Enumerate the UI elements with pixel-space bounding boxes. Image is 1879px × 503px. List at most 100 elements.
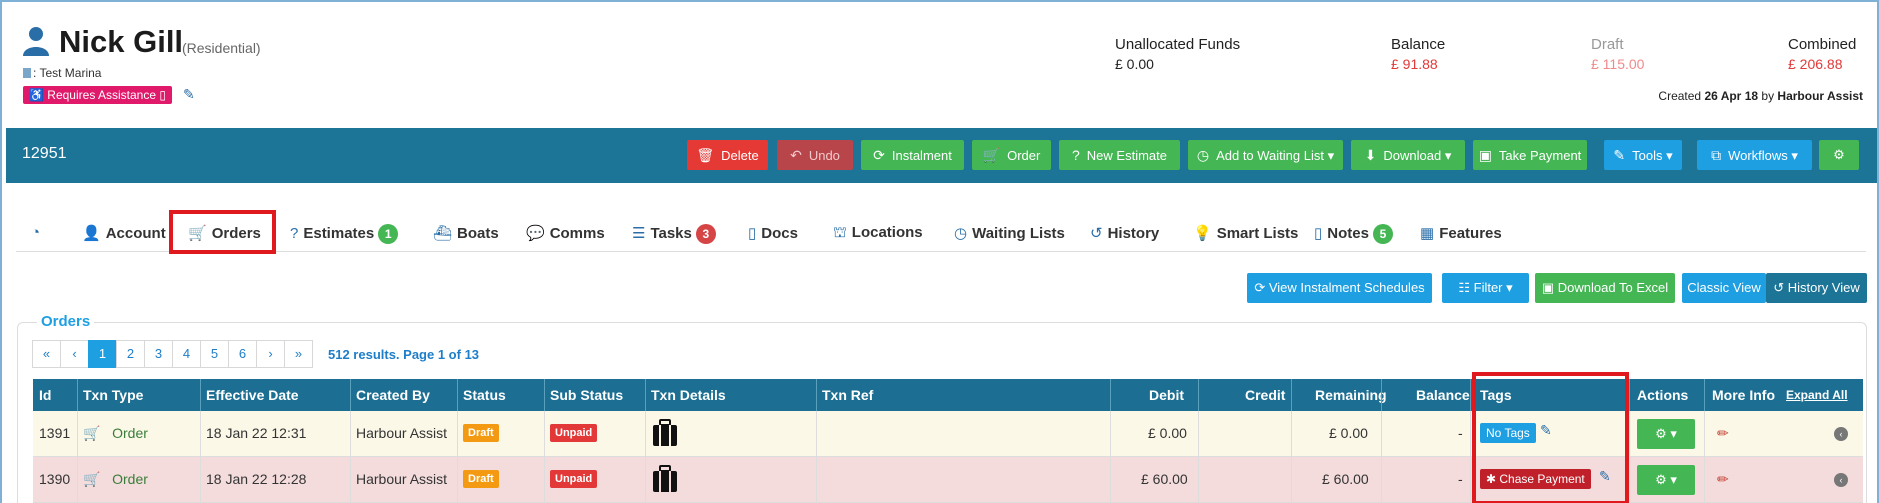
- row-type-label: Order: [112, 425, 148, 441]
- tab-account[interactable]: 👤 Account: [82, 224, 166, 242]
- requires-assistance-badge[interactable]: ♿ Requires Assistance ▯: [23, 86, 172, 104]
- sliders-icon: ☷: [1458, 280, 1474, 295]
- chevron-left-icon[interactable]: ‹: [1834, 473, 1848, 487]
- accessibility-icon: ♿: [29, 88, 44, 102]
- take-payment-button[interactable]: ▣ Take Payment: [1473, 140, 1587, 170]
- add-to-waiting-list-button[interactable]: ◷ Add to Waiting List ▾: [1188, 140, 1343, 170]
- tab-boats-label: Boats: [457, 225, 499, 242]
- chevron-left-icon[interactable]: ‹: [1834, 427, 1848, 441]
- view-instalment-schedules-button[interactable]: ⟳ View Instalment Schedules: [1247, 273, 1432, 303]
- balance-summary: Balance £ 91.88: [1391, 36, 1445, 72]
- undo-label: Undo: [808, 148, 840, 163]
- tab-history[interactable]: ↺ History: [1090, 224, 1159, 242]
- delete-button[interactable]: 🗑 Delete: [687, 140, 768, 170]
- tab-locations[interactable]: ⛫ Locations: [833, 224, 923, 243]
- col-actions[interactable]: Actions: [1637, 387, 1688, 403]
- classic-view-label: Classic View: [1687, 280, 1761, 295]
- expand-all-link[interactable]: Expand All: [1786, 388, 1848, 402]
- sub-status-badge: Unpaid: [550, 424, 598, 442]
- pagination: « ‹ 1 2 3 4 5 6 › »: [32, 340, 313, 368]
- col-remaining[interactable]: Remaining: [1315, 387, 1387, 403]
- col-balance[interactable]: Balance: [1416, 387, 1470, 403]
- history-view-button[interactable]: ↺ History View: [1766, 273, 1867, 303]
- page-5[interactable]: 5: [200, 340, 229, 368]
- undo-button[interactable]: ↶ Undo: [777, 140, 853, 170]
- col-debit[interactable]: Debit: [1149, 387, 1184, 403]
- page-first[interactable]: «: [32, 340, 61, 368]
- filter-label: Filter ▾: [1473, 280, 1513, 295]
- pencil-icon: ✎: [1613, 147, 1626, 163]
- row-id: 1390: [39, 471, 71, 487]
- col-effective-date[interactable]: Effective Date: [206, 387, 299, 403]
- col-status[interactable]: Status: [463, 387, 506, 403]
- table-icon: ▦: [1420, 225, 1435, 242]
- tab-comms[interactable]: 💬 Comms: [526, 224, 605, 242]
- page-6[interactable]: 6: [228, 340, 257, 368]
- tab-waiting-lists[interactable]: ◷ Waiting Lists: [954, 224, 1065, 242]
- new-estimate-button[interactable]: ? New Estimate: [1059, 140, 1180, 170]
- orders-title: Orders: [37, 313, 95, 330]
- created-prefix: Created: [1658, 89, 1702, 103]
- filter-button[interactable]: ☷ Filter ▾: [1442, 273, 1529, 303]
- download-to-excel-button[interactable]: ▣ Download To Excel: [1535, 273, 1675, 303]
- tab-docs[interactable]: ▯ Docs: [748, 224, 798, 242]
- trash-icon: 🗑: [696, 147, 715, 163]
- tab-docs-label: Docs: [761, 225, 798, 242]
- gear-icon: ⚙ ▾: [1655, 426, 1677, 441]
- page-1[interactable]: 1: [88, 340, 117, 368]
- tab-estimates[interactable]: ? Estimates 1: [290, 224, 399, 244]
- refresh-icon: ⟳: [873, 147, 885, 163]
- col-more-info[interactable]: More Info: [1712, 387, 1775, 403]
- record-toolbar: 12951 🗑 Delete ↶ Undo ⟳ Instalment 🛒 Order ?…: [6, 128, 1877, 183]
- instalment-button[interactable]: ⟳ Instalment: [861, 140, 964, 170]
- tab-features[interactable]: ▦ Features: [1420, 224, 1502, 242]
- tab-locations-label: Locations: [851, 224, 923, 241]
- record-id: 12951: [22, 145, 67, 162]
- page-4[interactable]: 4: [172, 340, 201, 368]
- page-2[interactable]: 2: [116, 340, 145, 368]
- tab-dashboard[interactable]: ◔: [31, 224, 45, 241]
- download-button[interactable]: ⬇ Download ▾: [1351, 140, 1465, 170]
- delete-label: Delete: [721, 148, 759, 163]
- draft-label: Draft: [1591, 36, 1624, 53]
- waiting-list-label: Add to Waiting List ▾: [1216, 148, 1335, 163]
- tab-features-label: Features: [1439, 225, 1502, 242]
- workflows-button[interactable]: ⧉ Workflows ▾: [1697, 140, 1812, 170]
- row-balance: -: [1458, 471, 1463, 487]
- order-label: Order: [1007, 148, 1041, 163]
- col-sub-status[interactable]: Sub Status: [550, 387, 623, 403]
- tab-tasks[interactable]: ☰ Tasks 3: [632, 224, 716, 244]
- edit-icon[interactable]: ✎: [183, 86, 195, 103]
- page-3[interactable]: 3: [144, 340, 173, 368]
- created-date: 26 Apr 18: [1704, 89, 1759, 103]
- tools-button[interactable]: ✎ Tools ▾: [1604, 140, 1682, 170]
- row-actions-button[interactable]: ⚙ ▾: [1637, 465, 1695, 495]
- page-last[interactable]: »: [284, 340, 313, 368]
- col-txn-type[interactable]: Txn Type: [83, 387, 143, 403]
- tab-boats[interactable]: ⛴ Boats: [433, 224, 499, 242]
- page-prev[interactable]: ‹: [60, 340, 89, 368]
- tab-smart-lists[interactable]: 💡 Smart Lists: [1193, 224, 1298, 242]
- combined-summary: Combined £ 206.88: [1788, 36, 1856, 72]
- dashboard-icon: ◔: [31, 224, 41, 241]
- row-effective-date: 18 Jan 22 12:28: [206, 471, 307, 487]
- tab-notes[interactable]: ▯ Notes 5: [1314, 224, 1393, 244]
- col-txn-ref[interactable]: Txn Ref: [822, 387, 873, 403]
- col-txn-details[interactable]: Txn Details: [651, 387, 726, 403]
- col-credit[interactable]: Credit: [1245, 387, 1285, 403]
- row-type-label: Order: [112, 471, 148, 487]
- col-created-by[interactable]: Created By: [356, 387, 430, 403]
- row-remaining: £ 0.00: [1329, 425, 1368, 441]
- money-icon: ▣: [1478, 147, 1492, 163]
- page-next[interactable]: ›: [256, 340, 285, 368]
- col-id[interactable]: Id: [39, 387, 51, 403]
- unallocated-funds: Unallocated Funds £ 0.00: [1115, 36, 1240, 72]
- customer-name: Nick Gill: [59, 24, 184, 59]
- pin-icon[interactable]: ✏: [1717, 471, 1729, 488]
- classic-view-button[interactable]: Classic View: [1682, 273, 1766, 303]
- created-by: Harbour Assist: [1777, 89, 1863, 103]
- settings-button[interactable]: ⚙: [1819, 140, 1859, 170]
- row-actions-button[interactable]: ⚙ ▾: [1637, 419, 1695, 449]
- pin-icon[interactable]: ✏: [1717, 425, 1729, 442]
- order-button[interactable]: 🛒 Order: [972, 140, 1051, 170]
